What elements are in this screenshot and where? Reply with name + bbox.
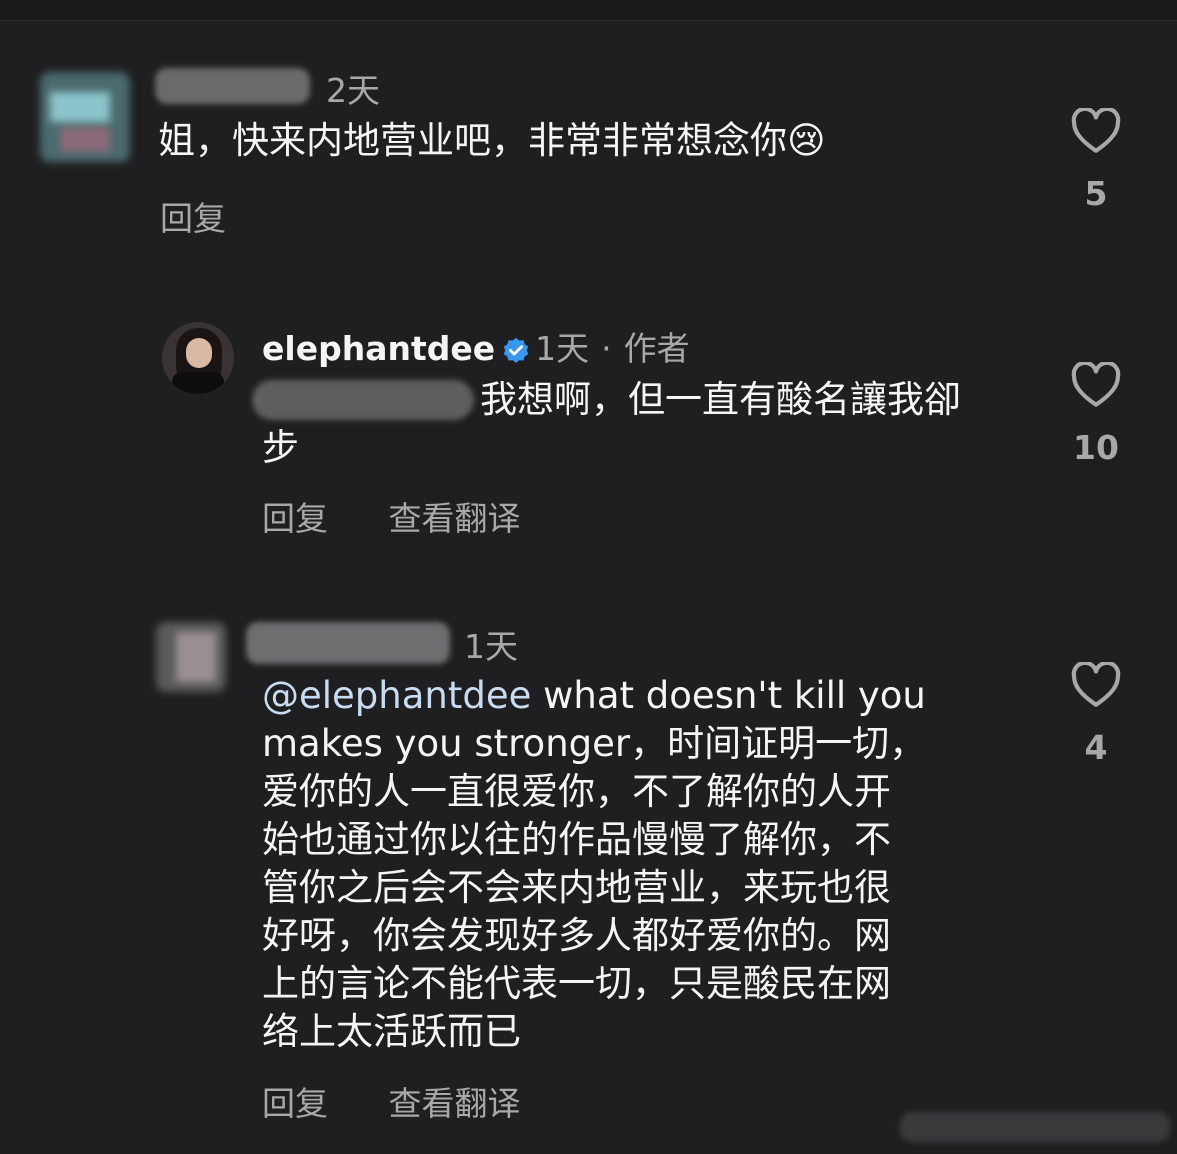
comment-actions: 回复 查看翻译 <box>262 1077 521 1125</box>
comment-time: 2天 <box>326 71 380 110</box>
comment-time: 1天 <box>535 329 590 368</box>
like-control: 10 <box>1066 362 1126 467</box>
comment-line-5: 管你之后会不会来内地营业，来玩也很 <box>262 866 891 909</box>
comment-time: 1天 <box>464 627 518 666</box>
comment-line-4: 始也通过你以往的作品慢慢了解你，不 <box>262 818 891 861</box>
reply-button[interactable]: 回复 <box>262 1084 328 1123</box>
heart-outline-icon[interactable] <box>1071 662 1121 708</box>
comment-text: 姐，快来内地营业吧，非常非常想念你😢 <box>158 117 826 165</box>
avatar-blurred[interactable] <box>40 72 130 162</box>
heart-outline-icon[interactable] <box>1071 362 1121 408</box>
watermark-blurred <box>900 1112 1170 1142</box>
username-blurred[interactable] <box>155 68 310 104</box>
comment-text-body: 姐，快来内地营业吧，非常非常想念你 <box>158 119 787 162</box>
comment-line-1: @elephantdee what doesn't kill you <box>262 672 926 720</box>
like-count: 4 <box>1084 728 1108 767</box>
avatar-elephantdee[interactable] <box>162 322 234 394</box>
like-count: 10 <box>1073 428 1119 467</box>
avatar-blurred[interactable] <box>156 622 226 692</box>
comment-actions: 回复 <box>160 192 226 240</box>
crying-face-emoji: 😢 <box>787 119 826 162</box>
see-translation-button[interactable]: 查看翻译 <box>389 499 521 538</box>
reply-button[interactable]: 回复 <box>160 199 226 238</box>
like-count: 5 <box>1084 174 1108 213</box>
username-blurred[interactable] <box>246 622 450 664</box>
comment-line-3: 爱你的人一直很爱你，不了解你的人开 <box>262 770 891 813</box>
comment-meta: elephantdee 1天 · 作者 <box>262 322 690 370</box>
comment-line-6: 好呀，你会发现好多人都好爱你的。网 <box>262 914 891 957</box>
comment-line-7: 上的言论不能代表一切，只是酸民在网 <box>262 962 891 1005</box>
username[interactable]: elephantdee <box>262 329 495 368</box>
separator-dot: · <box>601 329 612 368</box>
reply-button[interactable]: 回复 <box>262 499 328 538</box>
see-translation-button[interactable]: 查看翻译 <box>389 1084 521 1123</box>
verified-badge-icon <box>503 337 529 363</box>
comment-text: 我想啊，但一直有酸名讓我卻步 <box>262 378 961 469</box>
heart-outline-icon[interactable] <box>1071 108 1121 154</box>
comment-actions: 回复 查看翻译 <box>262 492 521 540</box>
comment-line-2: makes you stronger，时间证明一切， <box>262 722 927 765</box>
like-control: 4 <box>1066 662 1126 767</box>
like-control: 5 <box>1066 108 1126 213</box>
mention-link[interactable]: @elephantdee <box>262 674 531 717</box>
comment-line-8: 络上太活跃而已 <box>262 1010 521 1053</box>
author-tag: 作者 <box>623 329 690 368</box>
comment-text: @elephantdee what doesn't kill you makes… <box>262 672 926 1056</box>
top-divider <box>0 0 1177 21</box>
comment-line-1-text: what doesn't kill you <box>531 674 926 717</box>
